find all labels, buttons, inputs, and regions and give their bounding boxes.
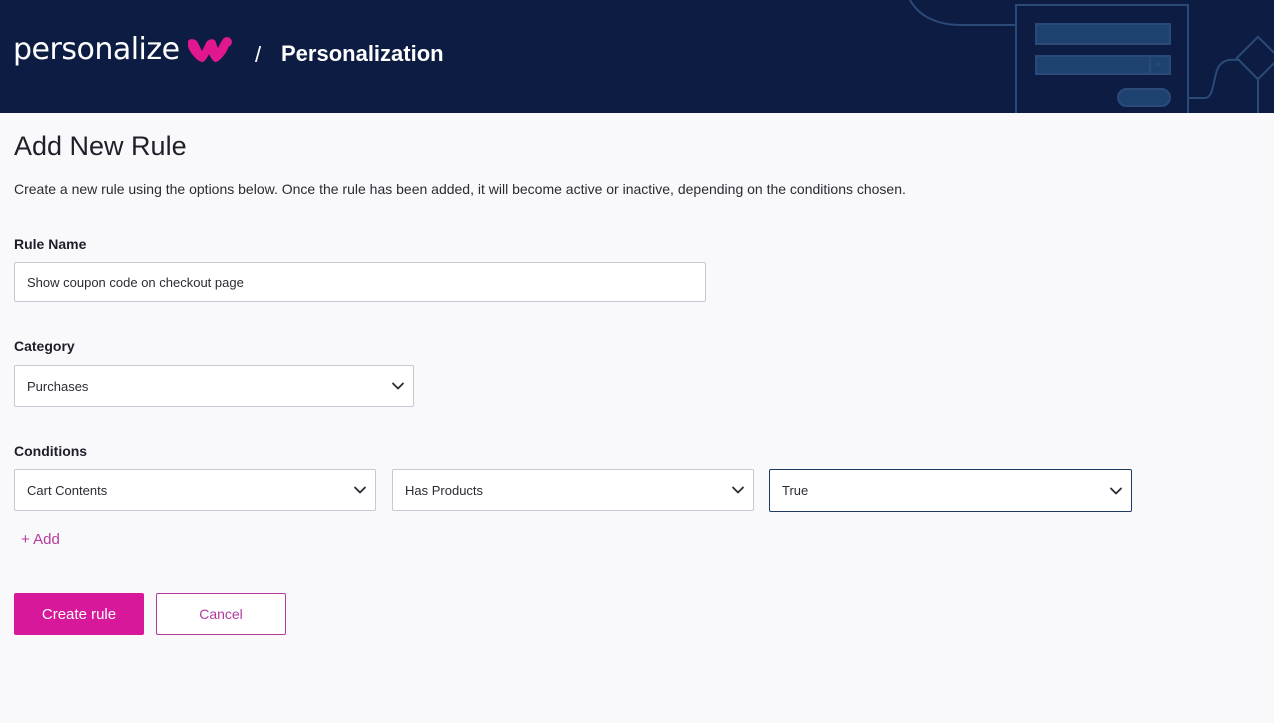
condition-field-select[interactable]: Cart Contents: [14, 469, 376, 511]
rule-name-label: Rule Name: [14, 236, 87, 252]
brand-logo-icon: [187, 36, 232, 62]
page-description: Create a new rule using the options belo…: [14, 181, 906, 197]
category-selected-value: Purchases: [27, 378, 89, 394]
category-label: Category: [14, 338, 75, 354]
conditions-label: Conditions: [14, 443, 88, 459]
app-header: personalize / Personalization: [0, 0, 1274, 113]
create-rule-button[interactable]: Create rule: [14, 593, 144, 635]
chevron-down-icon: [732, 486, 744, 494]
condition-operator-select[interactable]: Has Products: [392, 469, 754, 511]
category-select[interactable]: Purchases: [14, 365, 414, 407]
header-decoration: [909, 0, 1274, 113]
condition-operator-value: Has Products: [405, 482, 484, 498]
chevron-down-icon: [354, 486, 366, 494]
breadcrumb-current: Personalization: [281, 41, 444, 66]
chevron-down-icon: [1110, 487, 1122, 494]
condition-field-value: Cart Contents: [27, 482, 108, 498]
cancel-button[interactable]: Cancel: [156, 593, 286, 635]
condition-value-value: True: [782, 483, 809, 498]
condition-value-select[interactable]: True: [769, 469, 1132, 512]
brand-name: personalize: [13, 32, 180, 67]
rule-name-value: Show coupon code on checkout page: [27, 274, 244, 290]
add-condition-link[interactable]: + Add: [21, 531, 60, 548]
brand[interactable]: personalize: [13, 32, 235, 67]
rule-name-input[interactable]: Show coupon code on checkout page: [14, 262, 706, 302]
chevron-down-icon: [392, 382, 404, 390]
breadcrumb-separator: /: [255, 42, 262, 67]
page-title: Add New Rule: [14, 131, 187, 161]
